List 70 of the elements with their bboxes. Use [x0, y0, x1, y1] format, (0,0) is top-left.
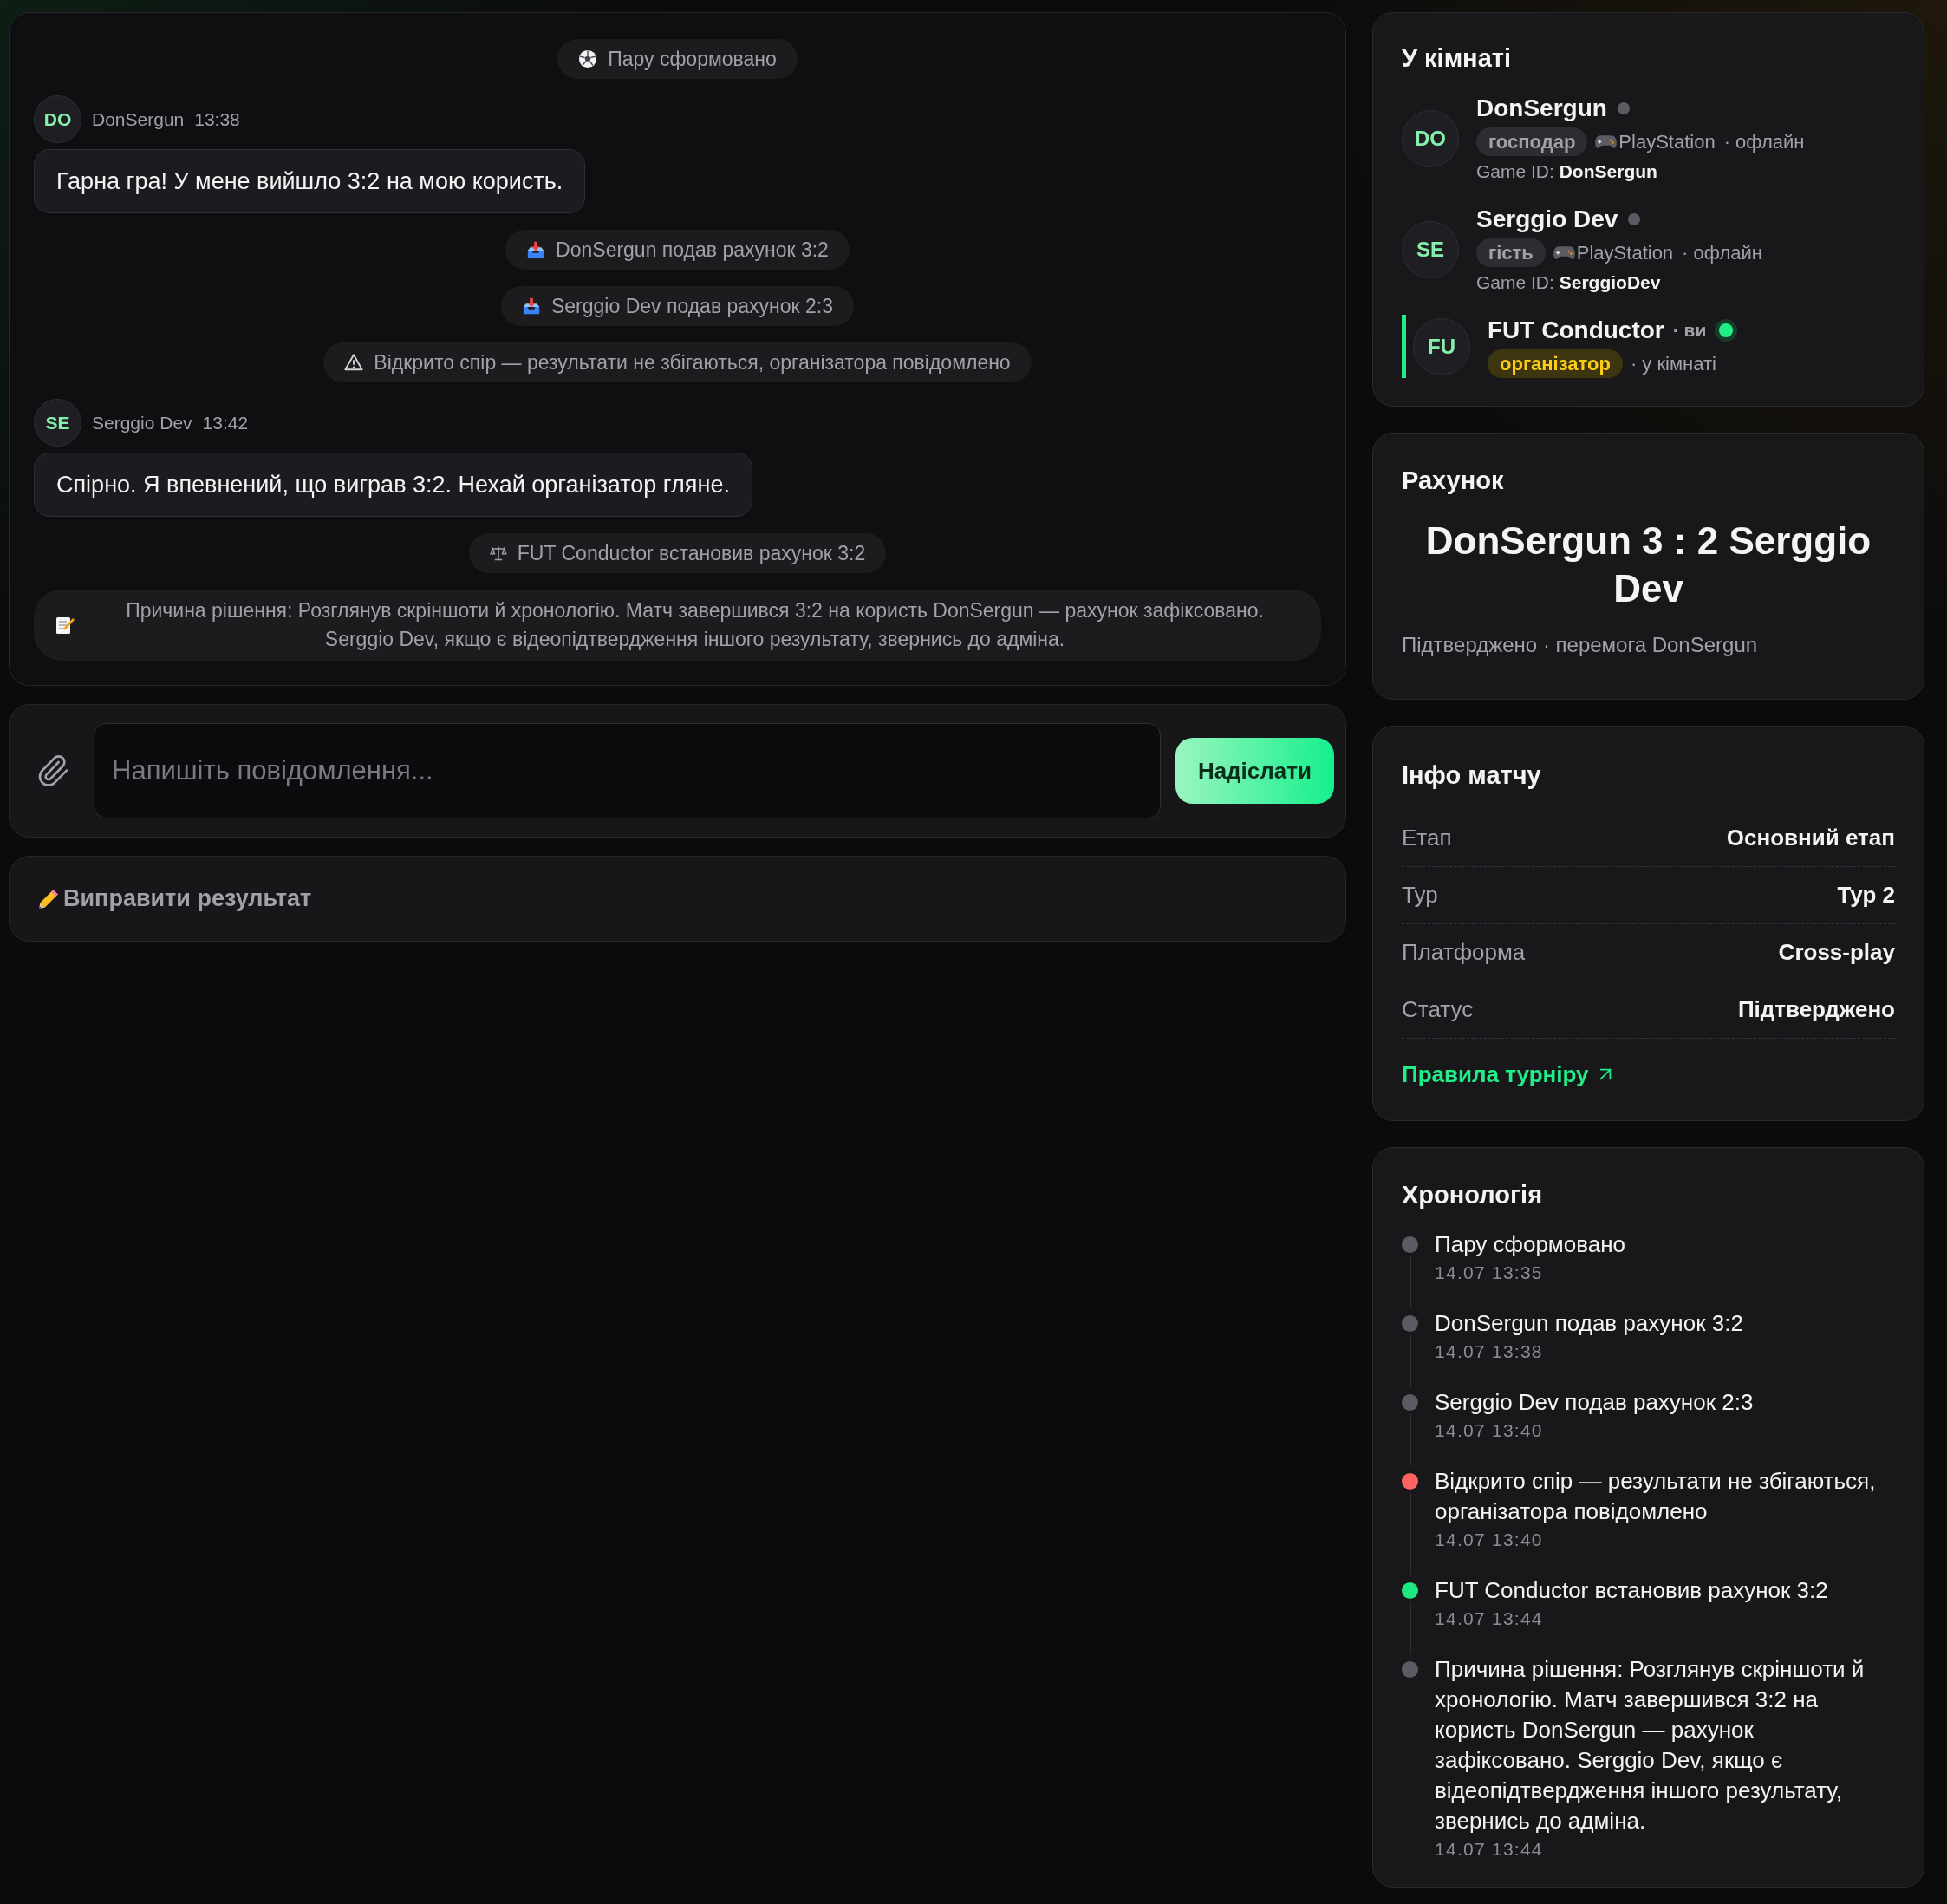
rules-link[interactable]: Правила турніру: [1402, 1060, 1617, 1089]
presence-text: · офлайн: [1682, 241, 1762, 265]
user-avatar: DO: [34, 95, 81, 143]
message-time: 13:42: [202, 411, 249, 434]
event-title: FUT Conductor встановив рахунок 3:2: [1435, 1576, 1828, 1605]
info-label: Платформа: [1402, 938, 1526, 967]
you-label: · ви: [1672, 319, 1707, 342]
event-text: Пару сформовано: [608, 47, 777, 72]
info-label: Етап: [1402, 824, 1452, 852]
event-text: FUT Conductor встановив рахунок 3:2: [517, 541, 866, 566]
note-text: Причина рішення: Розглянув скріншоти й хронологію. Матч завершився 3:2 на користь DonSergun — рахунок зафіксовано. Serggio Dev, якщо є відеопідтвердження іншого результату, звернись до адміна.: [125, 598, 1265, 652]
inbox-tray-icon: [526, 240, 546, 259]
role-badge: гість: [1476, 238, 1546, 267]
scales-icon: [489, 544, 507, 562]
event-text: DonSergun подав рахунок 3:2: [556, 238, 829, 263]
presence-text: · офлайн: [1723, 130, 1805, 154]
gamepad-icon: [1553, 245, 1575, 260]
panel-title: Хронологія: [1402, 1180, 1544, 1210]
event-title: Пару сформовано: [1435, 1230, 1625, 1259]
platform-name: PlayStation: [1576, 241, 1674, 265]
user-avatar: FU: [1413, 317, 1470, 375]
message-text: Спірно. Я впевнений, що виграв 3:2. Нехай організатор гляне.: [34, 453, 752, 517]
info-label: Тур: [1402, 881, 1438, 910]
info-value: Основний етап: [1726, 824, 1895, 852]
event-text: Відкрито спір — результати не збігаються, організатора повідомлено: [374, 350, 1011, 375]
info-label: Статус: [1402, 995, 1474, 1024]
event-time: 14.07 13:44: [1435, 1607, 1543, 1630]
event-text: Serggio Dev подав рахунок 2:3: [551, 294, 833, 319]
warning-icon: [344, 353, 364, 372]
panel-title: Інфо матчу: [1402, 760, 1542, 791]
user-avatar: DO: [1402, 110, 1459, 167]
member-name: FUT Conductor: [1488, 316, 1664, 345]
member-name: DonSergun: [1476, 94, 1607, 123]
message-input[interactable]: Напишіть повідомлення...: [94, 723, 1161, 818]
event-time: 14.07 13:38: [1435, 1340, 1543, 1363]
info-value: Підтверджено: [1737, 995, 1895, 1024]
info-value: Тур 2: [1837, 881, 1895, 910]
presence-text: · у кімнаті: [1630, 352, 1716, 376]
panel-title: Рахунок: [1402, 466, 1505, 496]
platform-name: PlayStation: [1618, 130, 1716, 154]
gamepad-icon: [1595, 134, 1618, 149]
score-line: DonSergun 3 : 2 Serggio Dev: [1424, 518, 1872, 611]
event-title: Serggio Dev подав рахунок 2:3: [1435, 1388, 1754, 1417]
score-status: Підтверджено · перемога DonSergun: [1402, 632, 1759, 658]
event-time: 14.07 13:35: [1435, 1262, 1543, 1284]
event-title: Причина рішення: Розглянув скріншоти й хронологію. Матч завершився 3:2 на користь DonSergun — рахунок зафіксовано. Serggio Dev, якщо є відеопідтвердження іншого результату, звернись до адміна.: [1435, 1655, 1866, 1836]
event-time: 14.07 13:44: [1435, 1838, 1543, 1861]
event-time: 14.07 13:40: [1435, 1529, 1543, 1551]
author-name: DonSergun: [92, 108, 185, 131]
memo-icon: [55, 615, 75, 636]
user-avatar: SE: [34, 399, 81, 447]
role-badge: організатор: [1488, 349, 1623, 378]
author-name: Serggio Dev: [92, 411, 192, 434]
event-title: DonSergun подав рахунок 3:2: [1435, 1309, 1743, 1338]
info-value: Cross-play: [1778, 938, 1895, 967]
game-id-text: Game ID: DonSergun: [1476, 160, 1657, 183]
role-badge: господар: [1476, 127, 1588, 156]
inbox-tray-icon: [522, 297, 541, 316]
event-time: 14.07 13:40: [1435, 1419, 1543, 1442]
message-time: 13:38: [194, 108, 240, 131]
panel-title: У кімнаті: [1402, 43, 1513, 74]
member-name: Serggio Dev: [1476, 205, 1618, 234]
pencil-icon: [37, 887, 60, 910]
soccer-ball-icon: [578, 49, 598, 68]
send-button[interactable]: Надіслати: [1175, 738, 1334, 804]
user-avatar: SE: [1402, 221, 1459, 278]
message-text: Гарна гра! У мене вийшло 3:2 на мою користь.: [34, 149, 586, 213]
event-title: Відкрито спір — результати не збігаються, організатора повідомлено: [1435, 1467, 1877, 1526]
game-id-text: Game ID: SerggioDev: [1476, 271, 1661, 294]
edit-result-toggle[interactable]: Виправити результат: [9, 856, 1346, 942]
